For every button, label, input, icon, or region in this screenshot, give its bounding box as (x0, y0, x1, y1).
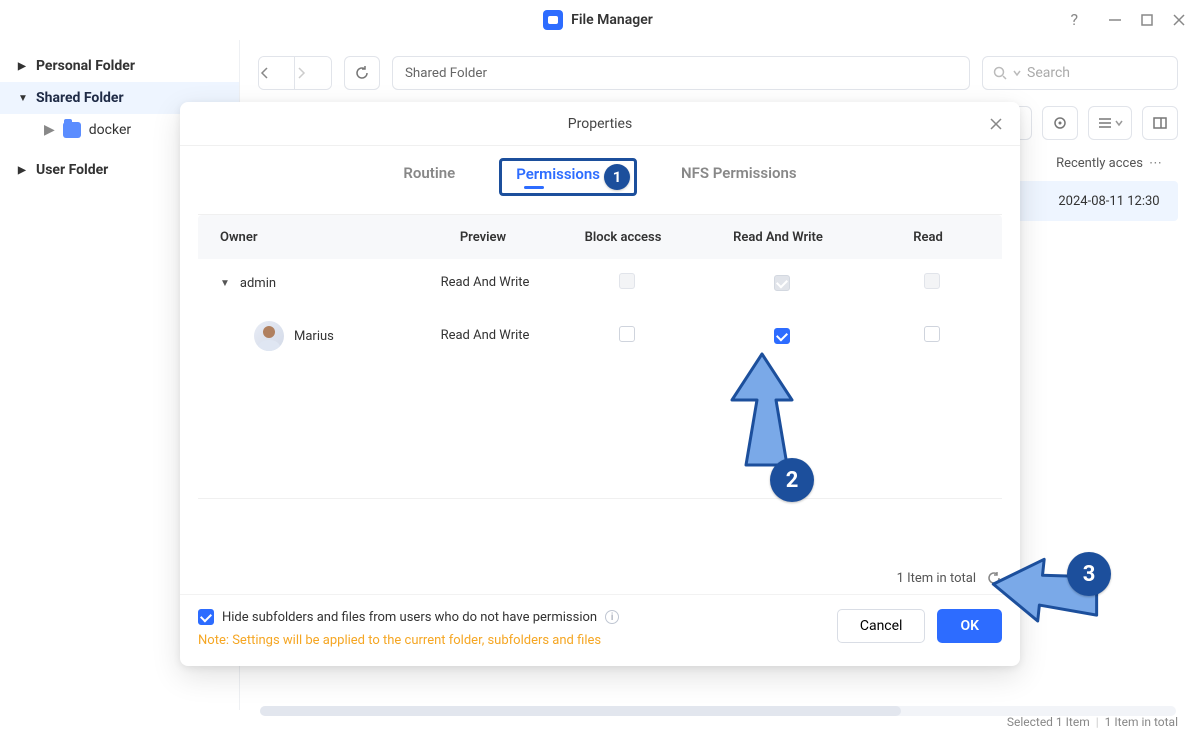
col-block: Block access (548, 230, 698, 245)
maximize-icon[interactable] (1140, 13, 1154, 27)
modal-tabs: Routine Permissions 1 NFS Permissions (180, 146, 1020, 210)
modal-footer: Hide subfolders and files from users who… (180, 594, 1020, 666)
checkbox-read-admin (924, 273, 940, 289)
avatar-icon (254, 321, 284, 351)
tab-nfs[interactable]: NFS Permissions (671, 158, 807, 196)
divider (198, 498, 1002, 499)
preview-value: Read And Write (430, 328, 540, 344)
hide-label: Hide subfolders and files from users who… (222, 610, 597, 625)
folder-icon (63, 122, 81, 138)
hide-subfolders-row: Hide subfolders and files from users who… (198, 609, 825, 625)
back-button[interactable] (259, 57, 295, 89)
col-preview: Preview (418, 230, 548, 245)
search-box[interactable]: Search (982, 56, 1178, 90)
annotation-badge-1: 1 (604, 164, 630, 190)
ok-button[interactable]: OK (937, 609, 1002, 643)
more-icon[interactable]: ⋯ (1149, 156, 1162, 171)
modal-header: Properties (180, 102, 1020, 146)
total-row: 1 Item in total (180, 569, 1020, 594)
titlebar: File Manager ? (0, 0, 1196, 40)
checkbox-read-marius[interactable] (924, 326, 940, 342)
checkbox-rw-admin (774, 275, 790, 291)
caret-down-icon[interactable]: ▼ (220, 278, 230, 289)
table-header: Owner Preview Block access Read And Writ… (198, 215, 1002, 259)
info-icon[interactable]: i (605, 610, 619, 624)
cancel-button[interactable]: Cancel (837, 609, 926, 643)
checkbox-hide-subfolders[interactable] (198, 609, 214, 625)
properties-modal: Properties Routine Permissions 1 NFS Per… (180, 102, 1020, 666)
nav-buttons (258, 56, 332, 90)
row-date: 2024-08-11 12:30 (1040, 194, 1178, 209)
settings-icon[interactable] (1042, 106, 1078, 140)
scrollbar[interactable] (260, 706, 1176, 716)
minimize-icon[interactable] (1108, 13, 1122, 27)
refresh-button[interactable] (344, 56, 380, 90)
app-icon (543, 10, 563, 30)
total-text: 1 Item in total (897, 571, 976, 586)
status-selected: Selected 1 Item (1007, 715, 1090, 729)
tab-permissions-highlight: Permissions 1 (499, 158, 637, 196)
owner-name: admin (240, 276, 276, 291)
sidebar-label: Personal Folder (36, 58, 135, 74)
sidebar-sub-label: docker (89, 122, 131, 138)
permissions-table: Owner Preview Block access Read And Writ… (198, 214, 1002, 365)
chevron-down-icon: ▼ (18, 93, 28, 104)
sidebar-label: User Folder (36, 162, 108, 178)
preview-value: Read And Write (430, 275, 540, 291)
chevron-right-icon: ▶ (18, 165, 28, 176)
search-placeholder: Search (1027, 65, 1070, 81)
sidebar-item-personal[interactable]: ▶ Personal Folder (0, 50, 239, 82)
chevron-down-icon (1013, 69, 1021, 77)
note-text: Note: Settings will be applied to the cu… (198, 633, 825, 648)
app-title-wrap: File Manager (543, 10, 653, 30)
search-icon (993, 66, 1007, 80)
forward-button[interactable] (295, 57, 331, 89)
status-total: 1 Item in total (1105, 715, 1178, 729)
modal-close-button[interactable] (986, 114, 1006, 134)
checkbox-block-marius[interactable] (619, 326, 635, 342)
path-input[interactable] (392, 56, 970, 90)
col-rw: Read And Write (698, 230, 858, 245)
tab-routine[interactable]: Routine (393, 158, 465, 196)
toolbar: Search (258, 56, 1178, 90)
col-recently-accessed[interactable]: Recently acces ⋯ (1040, 156, 1178, 171)
tab-permissions[interactable]: Permissions (516, 165, 600, 183)
checkbox-block-admin (619, 273, 635, 289)
checkbox-rw-marius[interactable] (774, 328, 790, 344)
chevron-right-icon: ▶ (44, 122, 55, 138)
perm-row-admin: ▼ admin Read And Write (198, 259, 1002, 307)
owner-name: Marius (294, 329, 334, 344)
app-title: File Manager (571, 12, 653, 28)
window-controls (1108, 13, 1186, 27)
close-icon[interactable] (1172, 13, 1186, 27)
view-icon[interactable] (1088, 106, 1132, 140)
chevron-right-icon: ▶ (18, 61, 28, 72)
col-read: Read (858, 230, 998, 245)
modal-title: Properties (568, 116, 632, 132)
sidebar-label: Shared Folder (36, 90, 124, 106)
refresh-icon[interactable] (986, 570, 1002, 586)
panel-icon[interactable] (1142, 106, 1178, 140)
perm-row-marius: Marius Read And Write (198, 307, 1002, 365)
separator: | (1096, 715, 1099, 729)
col-owner: Owner (198, 230, 418, 245)
help-icon[interactable]: ? (1070, 10, 1078, 29)
